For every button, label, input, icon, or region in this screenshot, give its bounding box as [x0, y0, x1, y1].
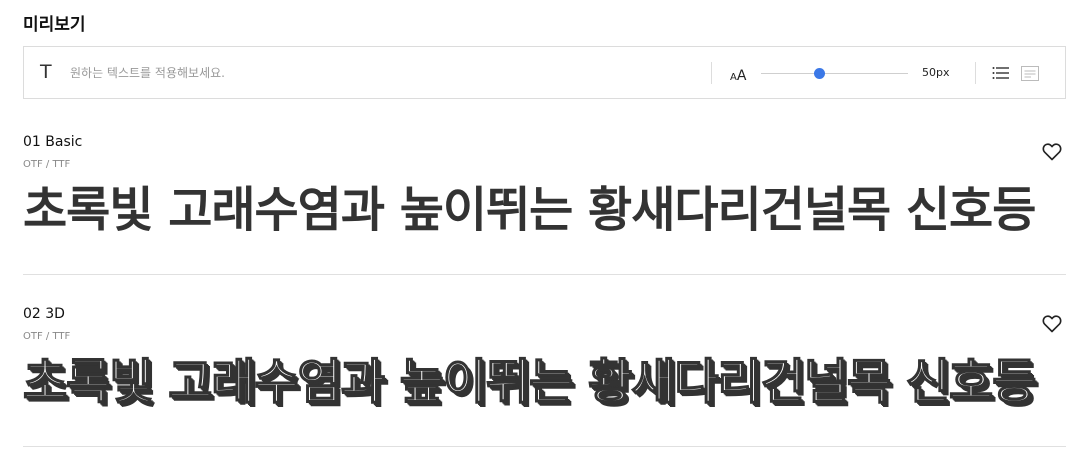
text-icon: T — [40, 61, 52, 83]
heart-icon[interactable] — [1042, 315, 1062, 333]
font-card-basic: 01 Basic OTF / TTF 초록빛 고래수염과 높이뛰는 황새다리건널… — [23, 134, 1066, 275]
preview-text-input[interactable] — [70, 61, 630, 85]
font-size-icon: AA — [730, 65, 746, 84]
toolbar-divider — [711, 62, 712, 84]
font-card-3d: 02 3D OTF / TTF 초록빛 고래수염과 높이뛰는 황새다리건널목 신… — [23, 306, 1066, 447]
font-size-slider[interactable] — [761, 73, 908, 74]
font-size-value: 50px — [922, 66, 950, 79]
heart-icon[interactable] — [1042, 143, 1062, 161]
font-size-big-a: A — [736, 68, 747, 84]
paragraph-view-icon[interactable] — [1021, 66, 1039, 81]
font-size-slider-thumb[interactable] — [814, 68, 826, 79]
font-preview-area: 초록빛 고래수염과 높이뛰는 황새다리건널목 신호등 — [23, 180, 1066, 240]
font-name: 02 3D — [23, 306, 65, 322]
font-name: 01 Basic — [23, 134, 83, 150]
font-formats: OTF / TTF — [23, 331, 71, 342]
page-title: 미리보기 — [23, 15, 86, 35]
font-preview-area: 초록빛 고래수염과 높이뛰는 황새다리건널목 신호등 — [23, 352, 1066, 412]
font-size-small-a: A — [730, 72, 737, 83]
font-preview-text: 초록빛 고래수염과 높이뛰는 황새다리건널목 신호등 — [23, 182, 1036, 238]
preview-toolbar: T AA 50px — [23, 46, 1066, 99]
list-view-icon[interactable] — [992, 66, 1010, 80]
font-formats: OTF / TTF — [23, 159, 71, 170]
toolbar-divider — [975, 62, 976, 84]
font-preview-text: 초록빛 고래수염과 높이뛰는 황새다리건널목 신호등 — [23, 353, 1037, 411]
